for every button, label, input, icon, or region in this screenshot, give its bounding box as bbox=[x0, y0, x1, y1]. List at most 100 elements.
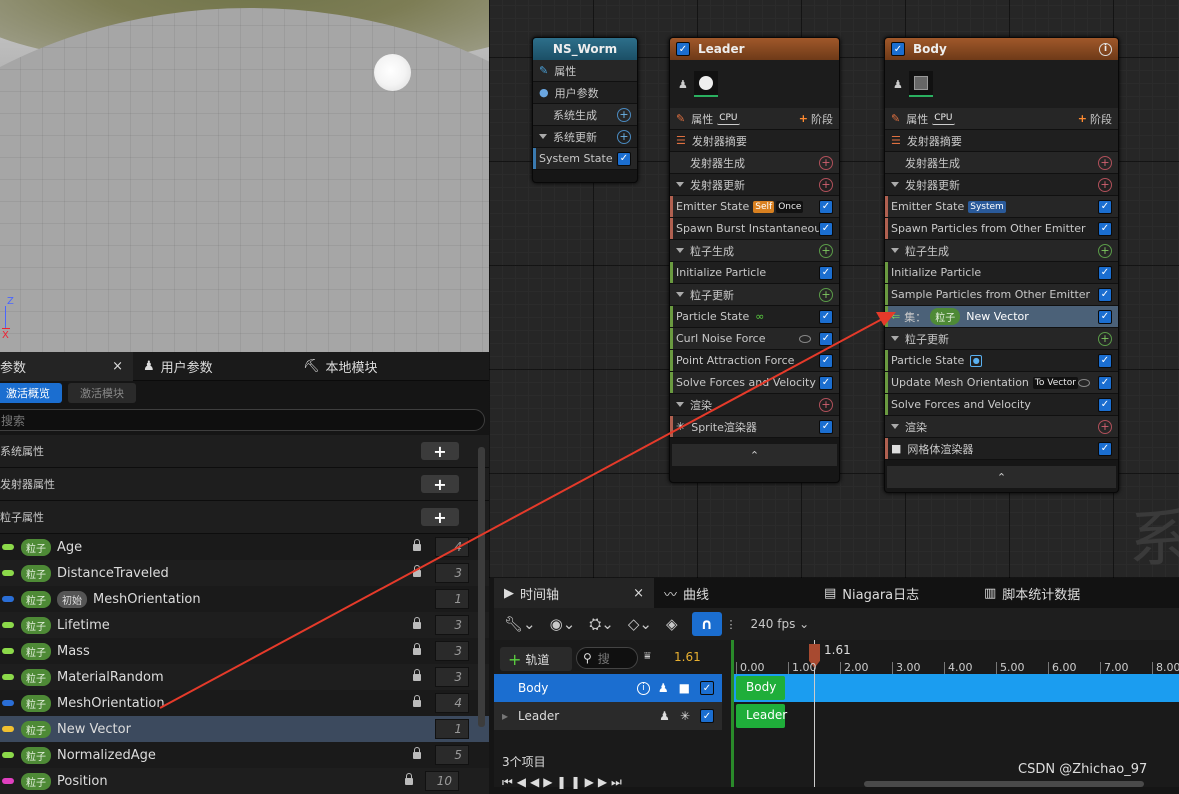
emitter-state-row[interactable]: Emitter State Self Once ✓ bbox=[670, 196, 839, 218]
render-row[interactable]: 渲染 + bbox=[670, 394, 839, 416]
close-icon[interactable]: × bbox=[112, 359, 123, 374]
filter-icon[interactable]: ⩸ bbox=[644, 649, 651, 663]
body-header[interactable]: ✓ Body i bbox=[885, 38, 1118, 60]
add-module-icon[interactable]: + bbox=[1098, 331, 1112, 346]
stage-button[interactable]: 阶段 bbox=[1090, 111, 1112, 127]
current-time[interactable]: 1.61 bbox=[674, 650, 701, 664]
system-state-row[interactable]: System State ✓ bbox=[533, 148, 637, 170]
add-module-icon[interactable]: + bbox=[1098, 155, 1112, 170]
add-module-icon[interactable]: + bbox=[1098, 177, 1112, 192]
preview-viewport[interactable]: Z X bbox=[0, 0, 489, 352]
track-leader[interactable]: ▸ Leader ♟ ✳ ✓ bbox=[494, 702, 722, 730]
body-section[interactable]: Body bbox=[736, 676, 785, 700]
enable-checkbox[interactable]: ✓ bbox=[1098, 221, 1112, 236]
add-renderer-icon[interactable]: + bbox=[819, 397, 833, 412]
collapse-icon[interactable] bbox=[676, 402, 684, 407]
update-mesh-row[interactable]: Update Mesh Orientation To Vector ✓ bbox=[885, 372, 1118, 394]
enable-checkbox[interactable]: ✓ bbox=[1098, 441, 1112, 456]
collapse-icon[interactable] bbox=[891, 182, 899, 187]
collapse-node-button[interactable]: ⌃ bbox=[887, 466, 1116, 488]
render-row[interactable]: 渲染 + bbox=[885, 416, 1118, 438]
system-user-params-row[interactable]: ● 用户参数 bbox=[533, 82, 637, 104]
tab-local-modules[interactable]: ⛏ 本地模块 bbox=[293, 352, 388, 381]
enable-checkbox[interactable]: ✓ bbox=[1098, 287, 1112, 302]
fps-select[interactable]: 240 fps ⌄ bbox=[751, 617, 810, 631]
eye-icon[interactable] bbox=[799, 334, 811, 343]
stage-button[interactable]: 阶段 bbox=[811, 111, 833, 127]
system-spawn-row[interactable]: 系统生成 + bbox=[533, 104, 637, 126]
add-track-button[interactable]: + 轨道 bbox=[500, 647, 572, 671]
start-marker[interactable] bbox=[731, 640, 734, 787]
solve-forces-row[interactable]: Solve Forces and Velocity ✓ bbox=[670, 372, 839, 394]
enable-checkbox[interactable]: ✓ bbox=[1098, 199, 1112, 214]
collapse-icon[interactable] bbox=[891, 248, 899, 253]
init-particle-row[interactable]: Initialize Particle ✓ bbox=[885, 262, 1118, 284]
tab-niagara-log[interactable]: ▤ Niagara日志 bbox=[814, 578, 974, 608]
leader-emitter-node[interactable]: ✓ Leader ♟ ✎ 属性 CPU + 阶段 ☰ 发射器摘要 发射器生成 + 发射器更新 +… bbox=[669, 37, 840, 483]
magnet-icon[interactable]: ∩ bbox=[691, 612, 722, 636]
particle-state-row[interactable]: Particle State ● ✓ bbox=[885, 350, 1118, 372]
enable-checkbox[interactable]: ✓ bbox=[819, 419, 833, 434]
enable-checkbox[interactable]: ✓ bbox=[819, 199, 833, 214]
eye-icon[interactable] bbox=[1078, 378, 1090, 387]
add-param-button[interactable]: + bbox=[421, 475, 459, 494]
enable-checkbox[interactable]: ✓ bbox=[819, 375, 833, 390]
eye-icon[interactable]: ◉⌄ bbox=[550, 615, 576, 633]
collapse-icon[interactable] bbox=[891, 424, 899, 429]
enable-checkbox[interactable]: ✓ bbox=[819, 265, 833, 280]
collapse-icon[interactable] bbox=[676, 292, 684, 297]
collapse-icon[interactable] bbox=[891, 336, 899, 341]
system-update-row[interactable]: 系统更新 + bbox=[533, 126, 637, 148]
info-icon[interactable]: i bbox=[636, 681, 650, 695]
leader-header[interactable]: ✓ Leader bbox=[670, 38, 839, 60]
spawn-burst-row[interactable]: Spawn Burst Instantaneous ✓ bbox=[670, 218, 839, 240]
body-props-row[interactable]: ✎ 属性 CPU + 阶段 bbox=[885, 108, 1118, 130]
params-search-input[interactable]: 搜索 bbox=[0, 409, 485, 431]
add-stage-icon[interactable]: + bbox=[799, 112, 808, 125]
enable-checkbox[interactable]: ✓ bbox=[819, 221, 833, 236]
particle-spawn-row[interactable]: 粒子生成 + bbox=[670, 240, 839, 262]
key-snap-icon[interactable]: ◈ bbox=[666, 615, 678, 633]
emitter-summary-row[interactable]: ☰ 发射器摘要 bbox=[670, 130, 839, 152]
mesh-renderer-row[interactable]: ■ 网格体渲染器 ✓ bbox=[885, 438, 1118, 460]
tab-curves[interactable]: 〰曲线 bbox=[654, 578, 814, 608]
sprite-renderer-row[interactable]: ✳ Sprite渲染器 ✓ bbox=[670, 416, 839, 438]
close-icon[interactable]: × bbox=[633, 586, 644, 601]
tab-timeline[interactable]: ▶ 时间轴 × bbox=[494, 578, 654, 608]
add-param-button[interactable]: + bbox=[421, 508, 459, 527]
active-modules-tab[interactable]: 激活模块 bbox=[68, 383, 136, 403]
param-row[interactable]: 粒子 Lifetime 3 bbox=[0, 612, 489, 638]
leader-props-row[interactable]: ✎ 属性 CPU + 阶段 bbox=[670, 108, 839, 130]
collapse-icon[interactable] bbox=[539, 134, 547, 139]
transport-controls[interactable]: ⏮◀◀▶❚❚▶▶⏭ bbox=[502, 775, 626, 790]
param-row[interactable]: 粒子 Age 4 bbox=[0, 534, 489, 560]
param-row[interactable]: 粒子 MeshOrientation 4 bbox=[0, 690, 489, 716]
track-search-input[interactable]: ⚲ 搜 bbox=[576, 647, 638, 669]
param-row[interactable]: 粒子 MaterialRandom 3 bbox=[0, 664, 489, 690]
add-module-icon[interactable]: + bbox=[819, 243, 833, 258]
enable-checkbox[interactable]: ✓ bbox=[1098, 375, 1112, 390]
particle-spawn-row[interactable]: 粒子生成 + bbox=[885, 240, 1118, 262]
tab-params[interactable]: 参数 × bbox=[0, 351, 133, 381]
collapse-icon[interactable] bbox=[676, 182, 684, 187]
enable-checkbox[interactable]: ✓ bbox=[676, 42, 690, 56]
add-param-button[interactable]: + bbox=[421, 442, 459, 461]
emitter-state-row[interactable]: Emitter State System ✓ bbox=[885, 196, 1118, 218]
active-overview-tab[interactable]: 激活概览 bbox=[0, 383, 62, 403]
collapse-node-button[interactable]: ⌃ bbox=[672, 444, 837, 466]
params-scrollbar[interactable] bbox=[478, 447, 485, 727]
particle-update-row[interactable]: 粒子更新 + bbox=[670, 284, 839, 306]
add-module-icon[interactable]: + bbox=[819, 177, 833, 192]
system-node[interactable]: NS_Worm ✎ 属性 ● 用户参数 系统生成 + 系统更新 + System Sta… bbox=[532, 37, 638, 183]
group-system-attrs[interactable]: 系统属性 + bbox=[0, 435, 489, 468]
add-module-icon[interactable]: + bbox=[819, 155, 833, 170]
key-diamond-icon[interactable]: ◇⌄ bbox=[628, 615, 652, 633]
add-stage-icon[interactable]: + bbox=[1078, 112, 1087, 125]
emitter-update-row[interactable]: 发射器更新 + bbox=[885, 174, 1118, 196]
curl-noise-row[interactable]: Curl Noise Force ✓ bbox=[670, 328, 839, 350]
group-particle-attrs[interactable]: 粒子属性 + bbox=[0, 501, 489, 534]
param-row[interactable]: 粒子 Position 10 bbox=[0, 768, 489, 794]
enable-checkbox[interactable]: ✓ bbox=[819, 353, 833, 368]
emitter-spawn-row[interactable]: 发射器生成 + bbox=[670, 152, 839, 174]
track-enable-checkbox[interactable]: ✓ bbox=[700, 681, 714, 695]
